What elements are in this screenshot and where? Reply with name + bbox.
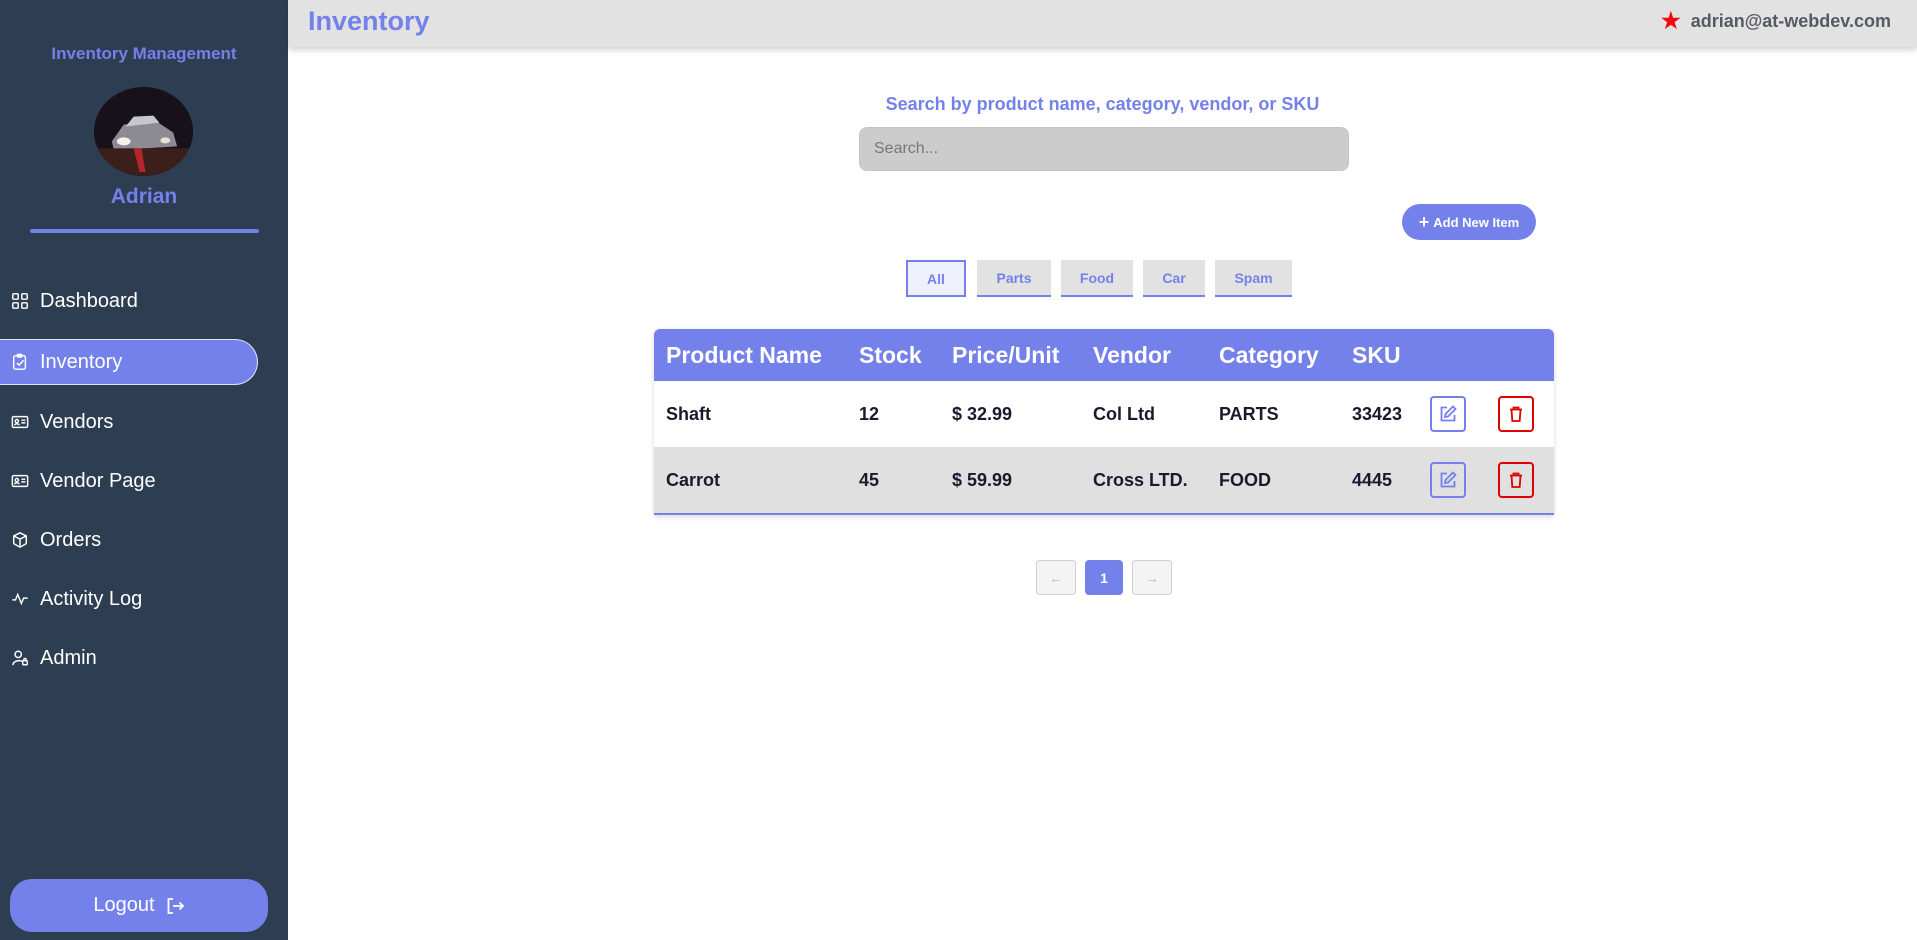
sidebar-item-activity-log[interactable]: Activity Log: [0, 576, 258, 622]
cell-category: FOOD: [1219, 469, 1271, 490]
filter-food[interactable]: Food: [1061, 260, 1133, 297]
user-name: Adrian: [110, 185, 178, 208]
star-icon: ★: [1660, 8, 1681, 33]
plus-icon: +: [1418, 212, 1430, 232]
table-row: Carrot 45 $ 59.99 Cross LTD. FOOD 4445: [654, 447, 1554, 513]
grid-icon: [10, 291, 30, 311]
user-email-text: adrian@at-webdev.com: [1690, 10, 1891, 31]
activity-icon: [10, 589, 30, 609]
next-page-button[interactable]: →: [1132, 560, 1172, 595]
cell-vendor: Col Ltd: [1093, 403, 1155, 424]
avatar: [94, 87, 193, 176]
delete-button[interactable]: [1498, 462, 1534, 498]
filter-parts[interactable]: Parts: [977, 260, 1051, 297]
sidebar-item-orders[interactable]: Orders: [0, 517, 258, 563]
table-row: Shaft 12 $ 32.99 Col Ltd PARTS 33423: [654, 381, 1554, 447]
column-header-sku[interactable]: SKU: [1340, 329, 1418, 381]
prev-page-button[interactable]: ←: [1036, 560, 1076, 595]
cell-product-name: Shaft: [666, 403, 711, 424]
cell-stock: 45: [859, 469, 880, 490]
box-icon: [10, 530, 30, 550]
filter-all[interactable]: All: [906, 260, 966, 297]
column-header-delete: [1486, 329, 1554, 381]
sidebar-item-inventory[interactable]: Inventory: [0, 339, 258, 385]
sidebar-item-label: Inventory: [40, 350, 123, 373]
column-header-stock[interactable]: Stock: [847, 329, 940, 381]
column-header-product-name[interactable]: Product Name: [654, 329, 847, 381]
cell-delete: [1486, 447, 1554, 513]
page-button-current[interactable]: 1: [1085, 560, 1123, 595]
add-new-item-label: Add New Item: [1433, 214, 1520, 230]
cell-edit: [1418, 447, 1486, 513]
page-title: Inventory: [308, 6, 430, 36]
search-label: Search by product name, category, vendor…: [885, 94, 1320, 114]
sidebar-item-vendors[interactable]: Vendors: [0, 399, 258, 445]
avatar-photo: [94, 87, 193, 176]
app-title: Inventory Management: [51, 44, 237, 63]
top-bar: Inventory ★ adrian@at-webdev.com: [288, 0, 1917, 47]
sidebar-item-label: Activity Log: [40, 587, 143, 610]
trash-icon: [1510, 406, 1522, 422]
cell-price: $ 59.99: [952, 469, 1013, 490]
sidebar-item-dashboard[interactable]: Dashboard: [0, 278, 258, 324]
add-new-item-button[interactable]: + Add New Item: [1402, 204, 1536, 240]
column-header-price[interactable]: Price/Unit: [940, 329, 1081, 381]
sidebar: Inventory Management Adrian Dashboard In…: [0, 0, 288, 940]
column-header-vendor[interactable]: Vendor: [1081, 329, 1207, 381]
table-header-row: Product Name Stock Price/Unit Vendor Cat…: [654, 329, 1554, 381]
edit-icon: [1440, 405, 1457, 422]
sidebar-item-label: Vendors: [40, 410, 114, 433]
cell-sku: 33423: [1352, 403, 1403, 424]
cell-product-name: Carrot: [666, 469, 721, 490]
column-header-edit: [1418, 329, 1486, 381]
column-header-category[interactable]: Category: [1207, 329, 1340, 381]
id-card-icon: [10, 412, 30, 432]
trash-icon: [1510, 472, 1522, 488]
delete-button[interactable]: [1498, 396, 1534, 432]
cell-price: $ 32.99: [952, 403, 1013, 424]
clipboard-check-icon: [10, 352, 30, 372]
edit-button[interactable]: [1430, 396, 1466, 432]
sidebar-item-vendor-page[interactable]: Vendor Page: [0, 458, 258, 504]
sidebar-item-label: Dashboard: [40, 289, 138, 312]
edit-icon: [1440, 471, 1457, 488]
logout-icon: [167, 897, 184, 914]
sidebar-item-admin[interactable]: Admin: [0, 635, 258, 681]
user-lock-icon: [10, 648, 30, 668]
cell-edit: [1418, 381, 1486, 447]
logout-label: Logout: [93, 894, 155, 916]
sidebar-item-label: Vendor Page: [40, 469, 156, 492]
sidebar-item-label: Orders: [40, 528, 102, 551]
cell-delete: [1486, 381, 1554, 447]
sidebar-item-label: Admin: [40, 646, 97, 669]
cell-stock: 12: [859, 403, 880, 424]
filter-spam[interactable]: Spam: [1215, 260, 1292, 297]
search-input[interactable]: [859, 127, 1349, 171]
cell-category: PARTS: [1219, 403, 1279, 424]
filter-car[interactable]: Car: [1143, 260, 1205, 297]
cell-sku: 4445: [1352, 469, 1393, 490]
logout-button[interactable]: Logout: [10, 879, 268, 932]
user-email[interactable]: ★ adrian@at-webdev.com: [1661, 10, 1891, 32]
cell-vendor: Cross LTD.: [1093, 469, 1188, 490]
id-card-icon: [10, 471, 30, 491]
inventory-table: Product Name Stock Price/Unit Vendor Cat…: [654, 329, 1554, 515]
edit-button[interactable]: [1430, 462, 1466, 498]
divider: [30, 229, 259, 233]
